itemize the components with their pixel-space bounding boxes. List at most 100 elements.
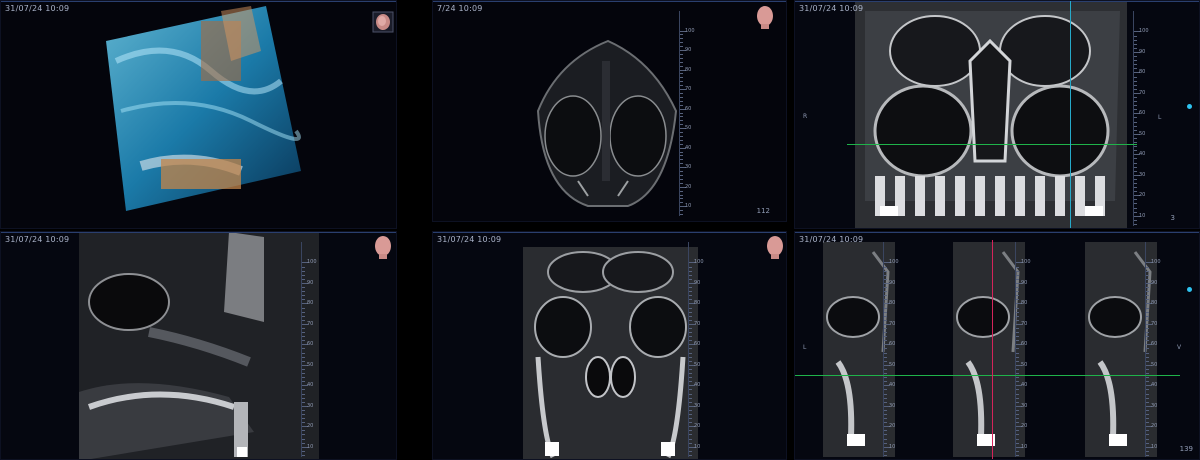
scroll-indicator[interactable] [1187,287,1192,292]
ruler-minor-tick [689,393,692,395]
ruler-label: 100 [1151,259,1161,266]
ruler-label: 50 [889,361,896,368]
ruler-minor-tick [1016,352,1019,354]
cross-section-ruler-3: 10 20 30 40 50 60 70 80 90 100 [1145,242,1161,457]
ruler-label: 60 [1151,341,1158,348]
ruler-label: 90 [889,279,896,286]
crosshair-horizontal[interactable] [795,375,1180,376]
ruler-minor-tick [689,368,692,370]
ruler-minor-tick [302,278,305,280]
ruler-minor-tick [884,430,887,432]
ruler-minor-tick [1134,166,1137,168]
ruler-minor-tick [680,61,683,63]
orientation-right-label: L [1158,114,1162,121]
ruler-minor-tick [302,434,305,436]
ruler-label: 10 [307,443,314,450]
ruler-minor-tick [1134,68,1137,70]
ruler-minor-tick [884,287,887,289]
head-icon[interactable] [373,235,393,259]
ruler-minor-tick [1016,315,1019,317]
axial-pane[interactable]: 7/24 10:09 10 20 30 40 50 60 70 80 90 100 112 [432,0,787,222]
ruler-minor-tick [689,401,692,403]
crosshair-vertical[interactable] [992,240,993,459]
ruler-label: 50 [1151,361,1158,368]
ruler-minor-tick [1134,35,1137,37]
scroll-indicator[interactable] [1187,104,1192,109]
ruler-minor-tick [1016,450,1019,452]
ruler-minor-tick [680,112,683,114]
ruler-minor-tick [1146,340,1149,342]
head-icon[interactable] [755,5,775,29]
ruler-minor-tick [680,34,683,36]
axial-slice-image[interactable] [518,21,693,221]
volume-cube-icon[interactable] [372,11,394,33]
ruler-minor-tick [1146,295,1149,297]
ruler-label: 50 [1021,361,1028,368]
ruler-minor-tick [1146,299,1149,301]
ruler-minor-tick [1016,442,1019,444]
coronal-slice-image[interactable] [855,1,1127,228]
ruler-minor-tick [680,57,683,59]
ruler-minor-tick [1134,97,1137,98]
ruler-minor-tick [884,418,887,420]
ruler-minor-tick [884,315,887,317]
ruler-minor-tick [680,73,683,75]
coronal-top-pane[interactable]: 31/07/24 10:09 R L 10 20 30 40 50 60 70 … [794,0,1200,229]
ruler-minor-tick [1146,332,1149,334]
ruler-minor-tick [302,418,305,420]
head-icon[interactable] [765,235,785,259]
ruler-minor-tick [1134,125,1137,127]
ruler-minor-tick [1146,307,1149,309]
coronal-slice-image[interactable] [523,247,698,459]
ruler-minor-tick [680,190,683,192]
ruler-minor-tick [689,442,692,444]
ruler-minor-tick [1134,80,1137,82]
axial-scale-ruler: 10 20 30 40 50 60 70 80 90 100 [679,11,695,216]
volume-render-image[interactable] [101,1,301,213]
ruler-label: 20 [1151,423,1158,430]
ruler-minor-tick [680,171,683,173]
ruler-minor-tick [689,414,692,415]
ruler-minor-tick [1134,105,1137,107]
ruler-label: 10 [694,443,701,450]
ruler-label: 10 [889,443,896,450]
ruler-minor-tick [680,175,683,176]
ruler-minor-tick [302,409,305,411]
ruler-minor-tick [1016,389,1019,391]
ruler-label: 80 [685,66,692,73]
ruler-minor-tick [689,266,692,268]
sagittal-pane[interactable]: 31/07/24 10:09 10 20 30 40 50 60 70 80 90 100 [0,231,397,460]
crosshair-horizontal[interactable] [847,144,1137,145]
ruler-minor-tick [884,381,887,383]
ruler-minor-tick [884,270,887,272]
crosshair-vertical[interactable] [1070,1,1071,228]
coronal-pane[interactable]: 31/07/24 10:09 10 20 30 40 50 60 70 80 90 100 [432,231,787,460]
sagittal-slice-image[interactable] [79,232,319,459]
ruler-minor-tick [680,124,683,126]
cross-section-pane[interactable]: 31/07/24 10:09 L V 10 20 30 40 50 60 70 … [794,231,1200,460]
ruler-minor-tick [302,348,305,350]
ruler-minor-tick [1016,422,1019,424]
ruler-minor-tick [1016,287,1019,289]
ruler-minor-tick [1134,39,1137,41]
ruler-minor-tick [1134,129,1137,131]
ruler-minor-tick [689,348,692,350]
ruler-minor-tick [302,356,305,358]
ruler-minor-tick [302,414,305,415]
ruler-label: 100 [889,259,899,266]
ruler-label: 100 [307,259,317,266]
ruler-minor-tick [680,178,683,180]
ruler-minor-tick [680,132,683,134]
ruler-label: 70 [307,320,314,327]
volume-3d-pane[interactable]: 31/07/24 10:09 [0,0,397,229]
ruler-label: 90 [685,47,692,54]
ruler-minor-tick [1016,299,1019,301]
ruler-label: 40 [889,382,896,389]
ruler-label: 50 [694,361,701,368]
ruler-minor-tick [884,274,887,276]
orientation-right-label: V [1177,344,1182,351]
ruler-label: 50 [1139,130,1146,137]
ruler-minor-tick [1016,430,1019,432]
ruler-label: 20 [1139,192,1146,199]
ruler-minor-tick [1016,332,1019,334]
